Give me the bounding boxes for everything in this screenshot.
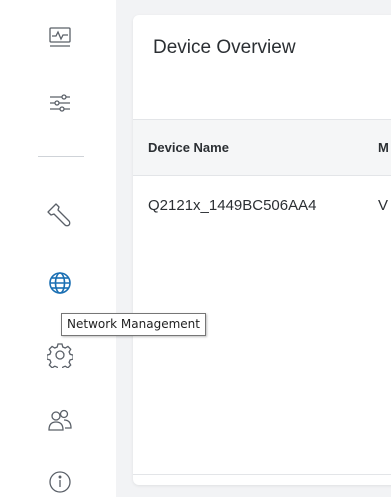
sidebar-divider: [38, 156, 84, 157]
cell-truncated: V: [378, 197, 389, 214]
app-window: Network Management Device Overview Devic…: [0, 0, 391, 497]
wrench-icon[interactable]: [45, 200, 75, 230]
panel-title: Device Overview: [153, 37, 296, 58]
column-header-device-name[interactable]: Device Name: [148, 140, 229, 155]
globe-icon[interactable]: [45, 268, 75, 298]
sidebar-tooltip: Network Management: [61, 313, 206, 336]
users-icon[interactable]: [45, 405, 75, 435]
panel-divider: [133, 474, 391, 475]
info-icon[interactable]: [45, 467, 75, 497]
column-header-truncated[interactable]: M: [378, 140, 389, 155]
sidebar: Network Management: [0, 0, 206, 497]
gear-icon[interactable]: [45, 340, 75, 370]
sliders-icon[interactable]: [45, 88, 75, 118]
table-header: Device Name M: [133, 119, 391, 176]
dashboard-monitor-icon[interactable]: [45, 22, 75, 52]
cell-device-name: Q2121x_1449BC506AA4: [148, 197, 317, 214]
device-overview-panel: Device Overview Device Name M Q2121x_144…: [133, 15, 391, 485]
